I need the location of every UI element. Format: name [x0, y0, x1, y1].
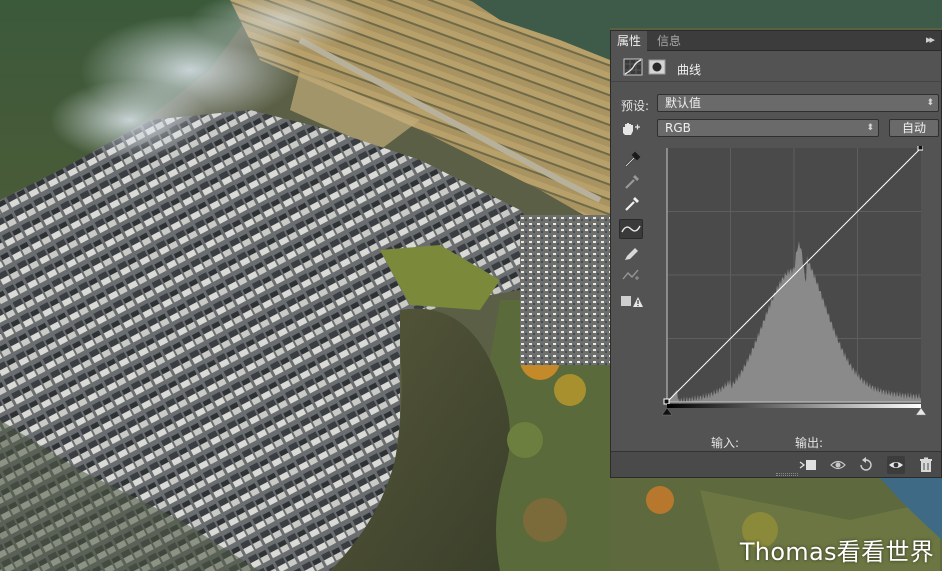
- tab-properties[interactable]: 属性: [611, 31, 648, 51]
- curve-point-white[interactable]: [917, 144, 924, 151]
- dropdown-arrow-icon: ⬍: [926, 98, 934, 108]
- curves-histogram-graph[interactable]: [661, 144, 924, 408]
- pencil-draw-icon[interactable]: [619, 243, 643, 263]
- output-label: 输出:: [795, 436, 824, 450]
- tab-info[interactable]: 信息: [651, 31, 687, 51]
- clipping-warning-icon[interactable]: [619, 291, 643, 311]
- collapse-panel-icon[interactable]: ▸▸: [926, 33, 935, 46]
- white-input-slider[interactable]: [915, 407, 927, 416]
- clip-to-layer-icon[interactable]: [799, 456, 817, 474]
- view-previous-state-icon[interactable]: [829, 456, 847, 474]
- dropdown-arrow-icon: ⬍: [866, 123, 874, 133]
- black-point-eyedropper-icon[interactable]: [619, 149, 643, 169]
- curves-adjustment-icon[interactable]: [623, 58, 643, 76]
- preset-value: 默认值: [665, 96, 702, 110]
- visibility-eye-icon[interactable]: [887, 456, 905, 474]
- adjustment-title: 曲线: [677, 63, 702, 77]
- preset-label: 预设:: [621, 99, 650, 113]
- curves-graph[interactable]: [661, 144, 924, 408]
- channel-dropdown[interactable]: RGB ⬍: [657, 119, 879, 137]
- panel-tab-bar: 属性 信息 ▸▸: [611, 31, 941, 51]
- black-input-slider[interactable]: [661, 407, 673, 416]
- properties-panel: 属性 信息 ▸▸ 曲线 预设: 默认值 ⬍ RGB ⬍ 自动 输入: 输出:: [610, 30, 942, 478]
- auto-button[interactable]: 自动: [889, 119, 939, 137]
- smooth-curve-icon[interactable]: [619, 265, 643, 285]
- reset-icon[interactable]: [857, 456, 875, 474]
- gray-point-eyedropper-icon[interactable]: [619, 171, 643, 191]
- input-gradient: [667, 404, 921, 408]
- input-levels-strip[interactable]: [661, 404, 931, 418]
- adjustment-header: 曲线: [611, 52, 941, 82]
- panel-footer: [611, 451, 941, 477]
- white-point-eyedropper-icon[interactable]: [619, 193, 643, 213]
- trash-icon[interactable]: [917, 456, 935, 474]
- input-label: 输入:: [711, 436, 740, 450]
- curve-points-icon[interactable]: [619, 219, 643, 239]
- panel-resize-grip[interactable]: [776, 473, 798, 476]
- targeted-adjustment-hand-icon[interactable]: [619, 119, 643, 139]
- layer-mask-icon[interactable]: [647, 58, 667, 76]
- preset-dropdown[interactable]: 默认值 ⬍: [657, 94, 939, 112]
- watermark-text: Thomas看看世界: [739, 538, 934, 566]
- channel-value: RGB: [665, 121, 691, 135]
